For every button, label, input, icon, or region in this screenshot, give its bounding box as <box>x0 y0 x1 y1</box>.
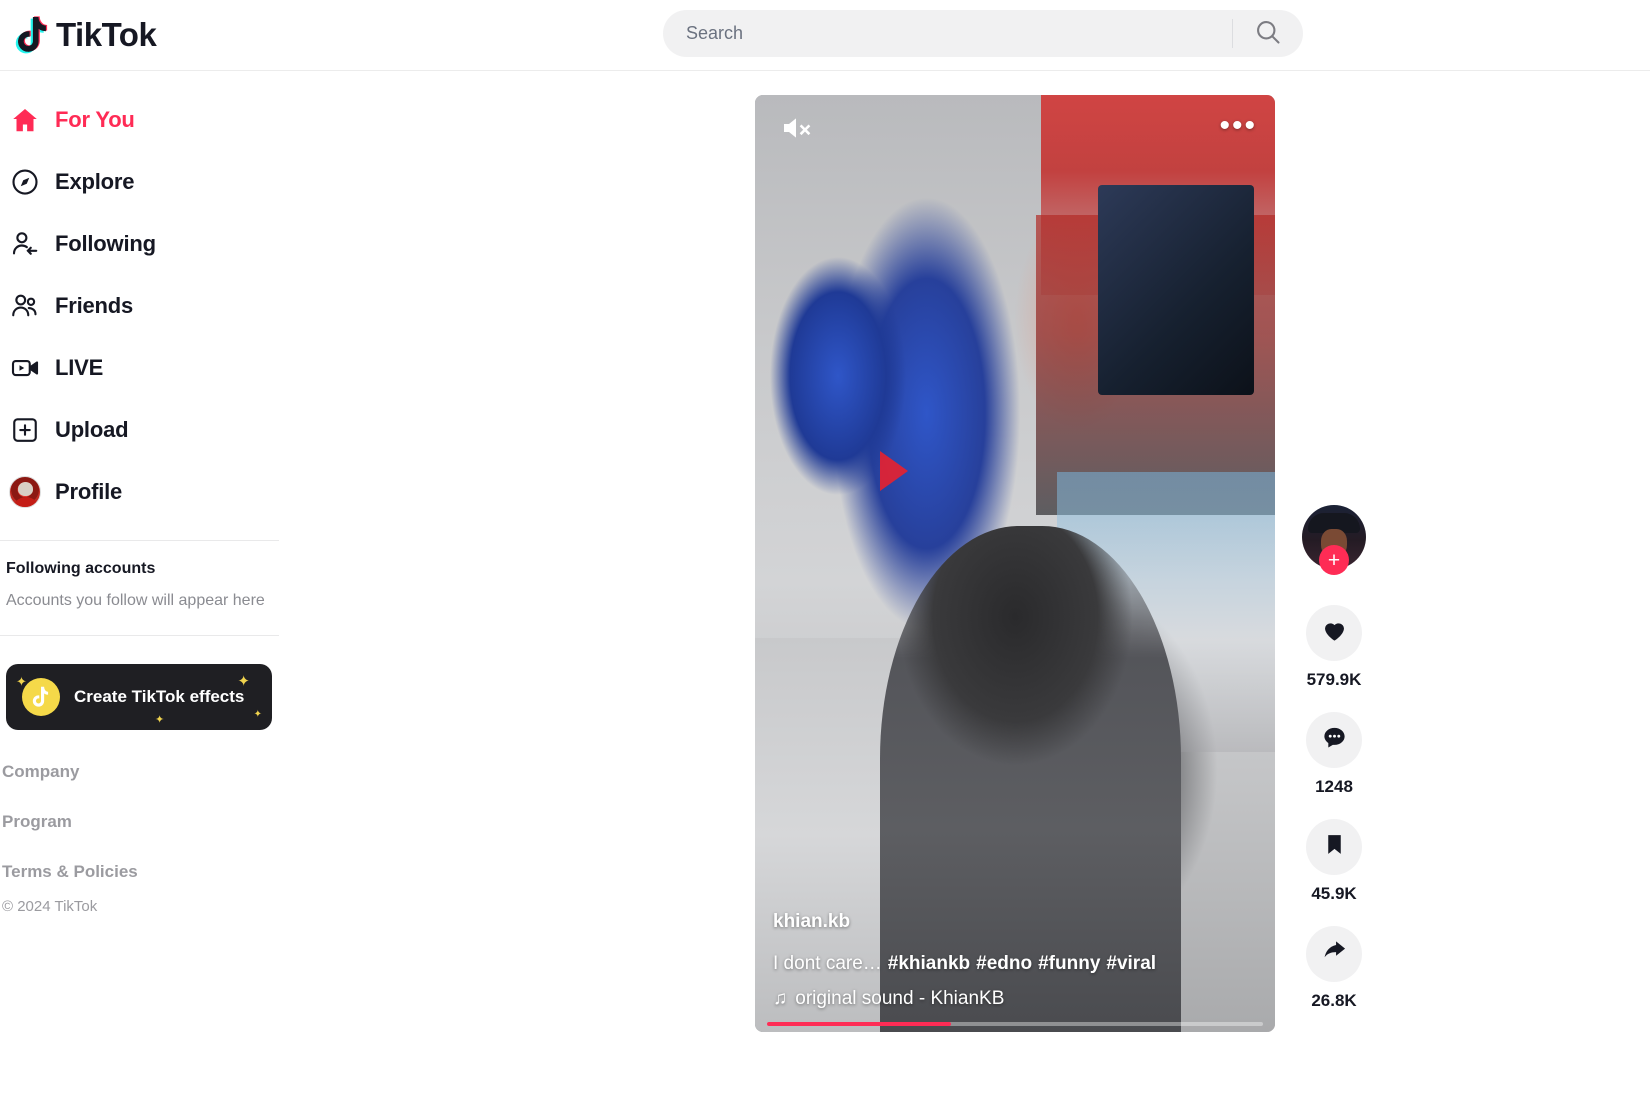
top-header: TikTok <box>0 0 1650 71</box>
sidebar-label: Upload <box>55 417 129 442</box>
bookmark-icon <box>1322 832 1347 862</box>
mute-toggle-button[interactable] <box>778 113 818 147</box>
create-tiktok-effects-button[interactable]: ✦ ✦ ✦ ✦ Create TikTok effects <box>6 663 272 730</box>
share-button[interactable] <box>1306 926 1362 982</box>
live-video-icon <box>8 353 42 383</box>
sidebar-item-explore[interactable]: Explore <box>0 151 292 213</box>
sidebar-label: Explore <box>55 169 135 194</box>
music-note-icon: ♫ <box>773 988 788 1009</box>
video-scene-tv <box>1098 185 1255 395</box>
footer-link-company[interactable]: Company <box>2 762 292 782</box>
sidebar-item-live[interactable]: LIVE <box>0 337 292 399</box>
search-input[interactable] <box>663 23 1232 44</box>
follow-button[interactable]: + <box>1319 545 1349 575</box>
video-progress-fill <box>767 1022 951 1026</box>
more-options-icon[interactable]: ••• <box>1219 111 1257 141</box>
search-icon <box>1254 18 1282 49</box>
tiktok-coin-icon <box>22 677 60 716</box>
tiktok-logo[interactable]: TikTok <box>14 15 157 55</box>
video-progress-bar[interactable] <box>767 1022 1263 1026</box>
sparkle-icon: ✦ <box>16 673 27 689</box>
bookmark-count: 45.9K <box>1311 884 1357 903</box>
users-icon <box>8 291 42 321</box>
sidebar-footer: Company Program Terms & Policies © 2024 … <box>2 762 292 915</box>
speaker-muted-icon <box>780 113 816 148</box>
sparkle-icon: ✦ <box>154 713 165 726</box>
video-author-handle[interactable]: khian.kb <box>773 911 1255 933</box>
compass-icon <box>8 167 42 197</box>
video-action-rail: + 579.9K 1248 45.9K 26.8K <box>1299 505 1369 1033</box>
comment-button[interactable] <box>1306 712 1362 768</box>
hashtag[interactable]: #khiankb <box>888 953 970 974</box>
sparkle-icon: ✦ <box>237 672 250 690</box>
video-caption: khian.kb I dont care… #khiankb #edno #funny… <box>755 911 1275 1010</box>
sidebar-label: Profile <box>55 479 123 504</box>
video-scene-person-blue <box>765 188 911 564</box>
search-button[interactable] <box>1233 10 1303 57</box>
copyright-text: © 2024 TikTok <box>2 897 98 915</box>
creator-avatar-wrap: + <box>1299 505 1369 575</box>
sidebar-item-friends[interactable]: Friends <box>0 275 292 337</box>
music-title: original sound - KhianKB <box>795 988 1005 1009</box>
sparkle-icon: ✦ <box>253 708 262 720</box>
effects-card-label: Create TikTok effects <box>74 686 245 706</box>
avatar-icon <box>8 476 42 508</box>
caption-body: I dont care… <box>773 953 882 974</box>
video-player[interactable]: ••• khian.kb I dont care… #khiankb #edno #f… <box>755 95 1275 1032</box>
bookmark-button[interactable] <box>1306 819 1362 875</box>
plus-box-icon <box>8 415 42 445</box>
following-accounts-title: Following accounts <box>6 560 156 577</box>
home-icon <box>8 105 42 135</box>
tiktok-note-icon <box>14 15 50 55</box>
comment-icon <box>1321 724 1348 756</box>
like-button[interactable] <box>1306 605 1362 661</box>
search-bar[interactable] <box>663 10 1303 57</box>
hashtag[interactable]: #viral <box>1106 953 1156 974</box>
plus-icon: + <box>1327 548 1341 572</box>
video-music-row[interactable]: ♫ original sound - KhianKB <box>773 988 1255 1010</box>
sidebar-item-following[interactable]: Following <box>0 213 292 275</box>
hashtag[interactable]: #funny <box>1038 953 1100 974</box>
share-icon <box>1321 938 1348 970</box>
sidebar-label: Following <box>55 231 156 256</box>
user-follow-icon <box>8 229 42 259</box>
following-accounts-empty-text: Accounts you follow will appear here <box>6 592 265 609</box>
footer-link-program[interactable]: Program <box>2 812 292 832</box>
following-accounts-section: Following accounts Accounts you follow w… <box>0 541 292 613</box>
hashtag[interactable]: #edno <box>976 953 1032 974</box>
video-scene-arrow <box>879 451 908 492</box>
video-description: I dont care… #khiankb #edno #funny #viral <box>773 953 1255 975</box>
like-count: 579.9K <box>1306 670 1362 689</box>
sidebar-item-for-you[interactable]: For You <box>0 89 292 151</box>
heart-icon <box>1321 617 1348 649</box>
sidebar-divider-2 <box>0 634 279 636</box>
sidebar-label: LIVE <box>55 355 104 380</box>
sidebar-item-profile[interactable]: Profile <box>0 461 292 523</box>
sidebar-item-upload[interactable]: Upload <box>0 399 292 461</box>
sidebar-label: Friends <box>55 293 134 318</box>
left-sidebar: For You Explore Following Friends LIVE U… <box>0 71 292 1094</box>
footer-link-terms[interactable]: Terms & Policies <box>2 862 292 882</box>
sidebar-label: For You <box>55 107 135 132</box>
brand-name: TikTok <box>56 16 157 53</box>
comment-count: 1248 <box>1315 777 1353 796</box>
share-count: 26.8K <box>1311 991 1357 1010</box>
